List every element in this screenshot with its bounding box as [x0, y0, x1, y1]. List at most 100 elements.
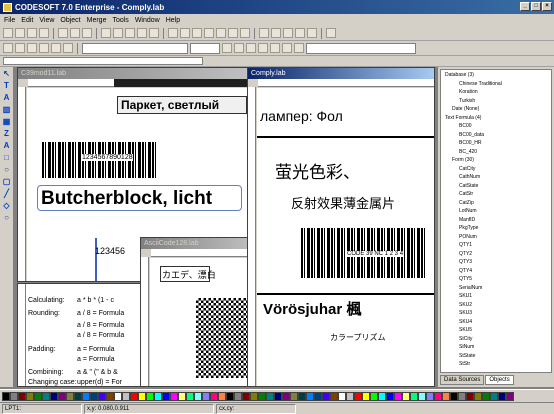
tree-item[interactable]: QTY5	[459, 276, 472, 282]
kana-text[interactable]: カラープリズム	[330, 332, 386, 343]
table-icon[interactable]	[228, 28, 238, 38]
color-swatch[interactable]	[394, 391, 402, 401]
color-swatch[interactable]	[58, 391, 66, 401]
lamp-text[interactable]: лампер: Фол	[260, 108, 343, 124]
tree-item[interactable]: ManfID	[459, 217, 475, 223]
paste-icon[interactable]	[125, 28, 135, 38]
color-swatch[interactable]	[154, 391, 162, 401]
color-swatch[interactable]	[298, 391, 306, 401]
prev-record-icon[interactable]	[271, 28, 281, 38]
color-swatch[interactable]	[482, 391, 490, 401]
color-swatch[interactable]	[338, 391, 346, 401]
tree-item[interactable]: Database (3)	[445, 72, 474, 78]
color-swatch[interactable]	[386, 391, 394, 401]
tree-item[interactable]: SKU2	[459, 302, 472, 308]
first-record-icon[interactable]	[259, 28, 269, 38]
size-select[interactable]	[190, 42, 220, 54]
circle-tool-icon[interactable]: ○	[2, 165, 12, 175]
color-swatch[interactable]	[474, 391, 482, 401]
select-tool-icon[interactable]: ↖	[2, 69, 12, 79]
tree-item[interactable]: SKU3	[459, 310, 472, 316]
color-swatch[interactable]	[98, 391, 106, 401]
color-swatch[interactable]	[82, 391, 90, 401]
save-icon[interactable]	[27, 28, 37, 38]
menu-window[interactable]: Window	[135, 17, 160, 24]
menu-view[interactable]: View	[39, 17, 54, 24]
rounded-rect-tool-icon[interactable]: ▢	[2, 177, 12, 187]
menu-tools[interactable]: Tools	[112, 17, 128, 24]
2d-barcode-tool-icon[interactable]: ▦	[2, 117, 12, 127]
color-swatch[interactable]	[106, 391, 114, 401]
color-swatch[interactable]	[34, 391, 42, 401]
color-swatch[interactable]	[354, 391, 362, 401]
jp-text[interactable]: カエデ、漂白	[162, 268, 216, 281]
menu-merge[interactable]: Merge	[87, 17, 107, 24]
doc-titlebar[interactable]: AsciiCode128.lab	[141, 238, 254, 249]
color-swatch[interactable]	[434, 391, 442, 401]
color-swatch[interactable]	[2, 391, 10, 401]
color-swatch[interactable]	[138, 391, 146, 401]
color-swatch[interactable]	[266, 391, 274, 401]
color-swatch[interactable]	[410, 391, 418, 401]
menu-edit[interactable]: Edit	[21, 17, 33, 24]
zoom-icon[interactable]	[180, 28, 190, 38]
color-swatch[interactable]	[66, 391, 74, 401]
print-preview-icon[interactable]	[70, 28, 80, 38]
new-file-icon[interactable]	[3, 28, 13, 38]
color-swatch[interactable]	[450, 391, 458, 401]
color-swatch[interactable]	[74, 391, 82, 401]
print-setup-icon[interactable]	[82, 28, 92, 38]
tree-item[interactable]: BC_420	[459, 149, 477, 155]
color-swatch[interactable]	[378, 391, 386, 401]
ungroup-icon[interactable]	[63, 43, 73, 53]
align-text-left-icon[interactable]	[258, 43, 268, 53]
tree-item[interactable]: SKU4	[459, 319, 472, 325]
zoom-out-icon[interactable]	[204, 28, 214, 38]
color-swatch[interactable]	[282, 391, 290, 401]
color-swatch[interactable]	[50, 391, 58, 401]
color-swatch[interactable]	[402, 391, 410, 401]
polygon-tool-icon[interactable]: ◇	[2, 201, 12, 211]
color-swatch[interactable]	[242, 391, 250, 401]
ellipse-tool-icon[interactable]: ○	[2, 213, 12, 223]
color-swatch[interactable]	[330, 391, 338, 401]
doc-window-comply[interactable]: Comply.lab лампер: Фол 萤光色彩、 反射效果薄金属片 CO…	[247, 67, 435, 387]
open-file-icon[interactable]	[15, 28, 25, 38]
color-swatch[interactable]	[178, 391, 186, 401]
align-text-center-icon[interactable]	[270, 43, 280, 53]
tree-item[interactable]: CatCity	[459, 166, 475, 172]
color-swatch[interactable]	[306, 391, 314, 401]
tree-item[interactable]: Date (None)	[452, 106, 479, 112]
redo-icon[interactable]	[149, 28, 159, 38]
color-swatch[interactable]	[146, 391, 154, 401]
color-swatch[interactable]	[186, 391, 194, 401]
tree-item[interactable]: QTY2	[459, 251, 472, 257]
color-swatch[interactable]	[418, 391, 426, 401]
color-swatch[interactable]	[274, 391, 282, 401]
color-swatch[interactable]	[226, 391, 234, 401]
tab-data-sources[interactable]: Data Sources	[440, 375, 485, 385]
color-swatch[interactable]	[250, 391, 258, 401]
hu-text[interactable]: Vörösjuhar 楓	[263, 298, 361, 319]
tree-item[interactable]: QTY1	[459, 242, 472, 248]
image-tool-icon[interactable]: A	[2, 141, 12, 151]
color-swatch[interactable]	[210, 391, 218, 401]
tree-item[interactable]: CatStr	[459, 191, 473, 197]
color-swatch[interactable]	[114, 391, 122, 401]
paragraph-tool-icon[interactable]: A	[2, 93, 12, 103]
tree-item[interactable]: PONum	[459, 234, 477, 240]
minimize-button[interactable]: _	[520, 2, 530, 11]
big-text[interactable]: Butcherblock, licht	[41, 188, 212, 210]
group-icon[interactable]	[51, 43, 61, 53]
tree-item[interactable]: BC00_HR	[459, 140, 482, 146]
label-canvas[interactable]: カエデ、漂白	[150, 258, 254, 386]
color-swatch[interactable]	[346, 391, 354, 401]
color-swatch[interactable]	[194, 391, 202, 401]
color-swatch[interactable]	[234, 391, 242, 401]
rectangle-tool-icon[interactable]: □	[2, 153, 12, 163]
color-swatch[interactable]	[122, 391, 130, 401]
color-swatch[interactable]	[202, 391, 210, 401]
style-select[interactable]	[306, 42, 416, 54]
cyrillic-text[interactable]: Паркет, светлый	[121, 98, 219, 112]
tree-item[interactable]: BC00	[459, 123, 472, 129]
